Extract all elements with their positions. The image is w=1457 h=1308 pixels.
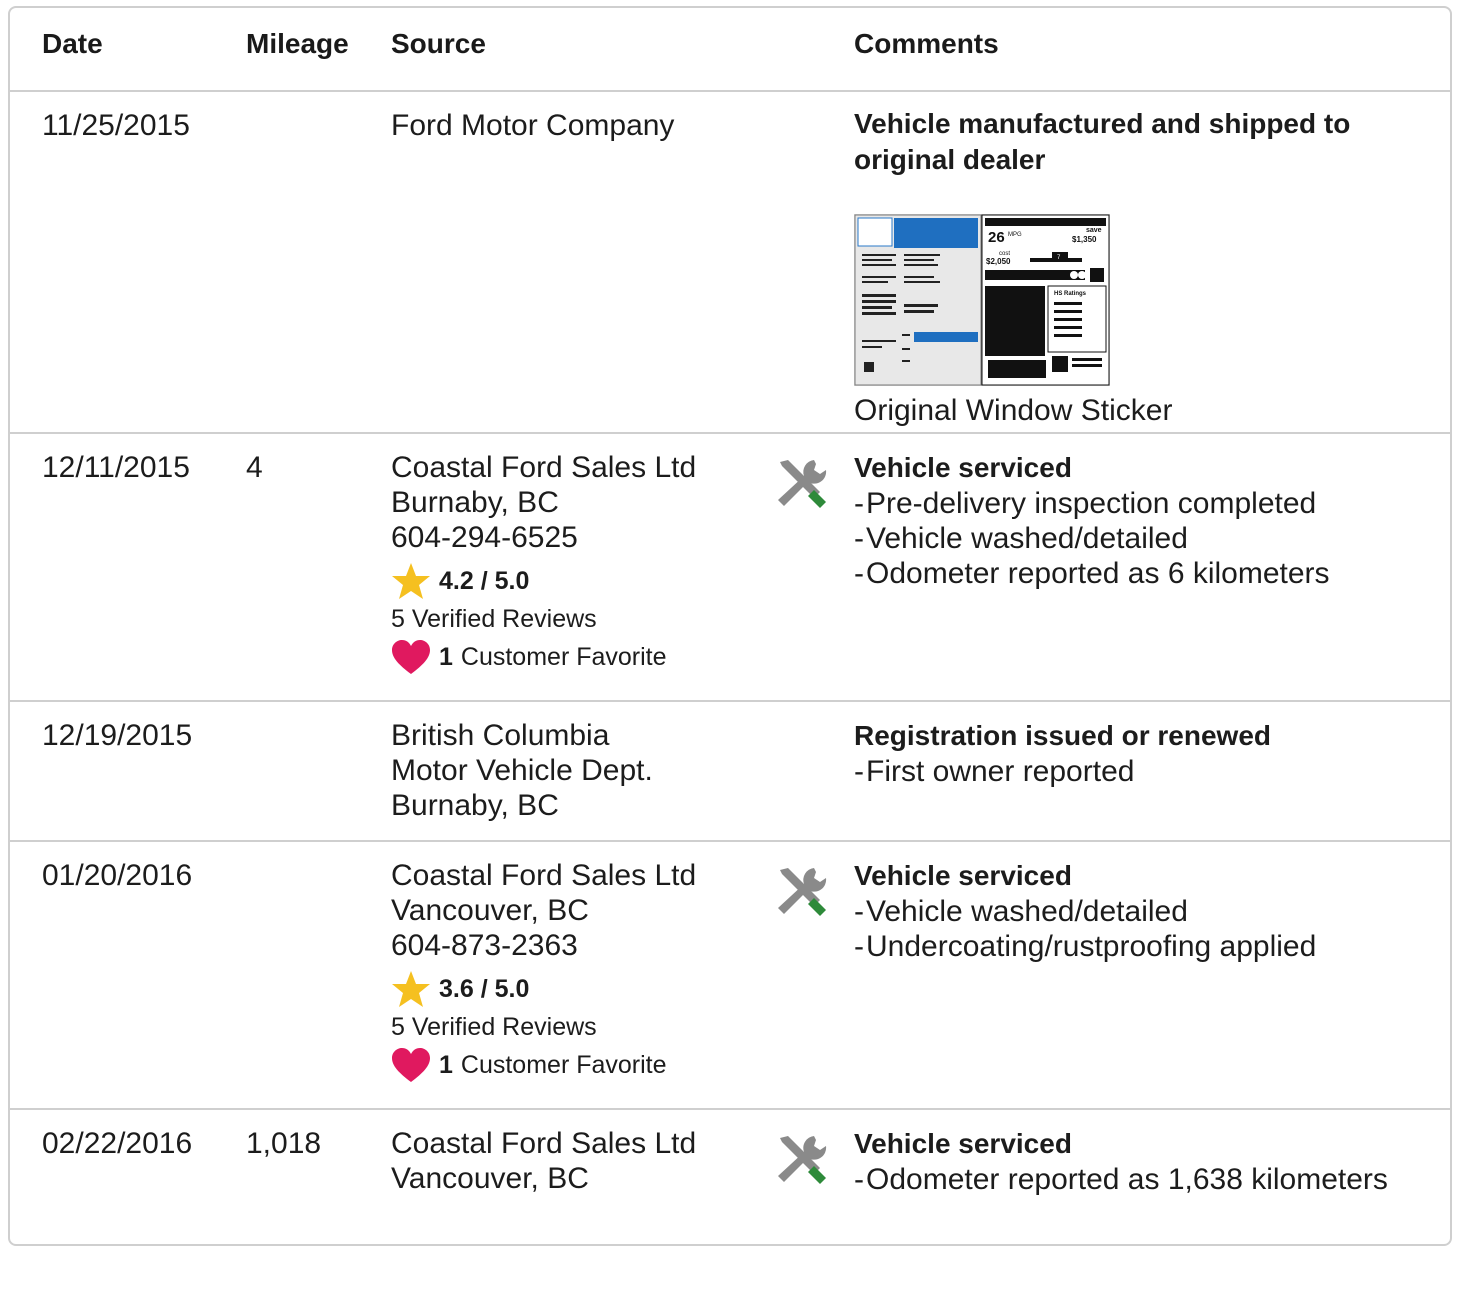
comment-item: First owner reported: [854, 754, 1434, 789]
record-date: 01/20/2016: [42, 859, 193, 892]
comment-title: Vehicle serviced: [854, 1128, 1072, 1159]
record-source: British Columbia Motor Vehicle Dept. Bur…: [391, 718, 653, 823]
record-mileage: 1,018: [246, 1127, 322, 1160]
service-tools-icon: [774, 456, 830, 512]
record-comments: Vehicle serviced Pre-delivery inspection…: [854, 450, 1434, 591]
star-icon: [391, 969, 431, 1009]
heart-icon: [391, 1047, 431, 1083]
header-date: Date: [42, 28, 103, 59]
sticker-mpg-unit: MPG: [1008, 232, 1022, 238]
customer-favorite: 1 Customer Favorite: [391, 637, 696, 677]
sticker-cost-amount: $2,050: [986, 257, 1011, 266]
source-phone[interactable]: 604-873-2363: [391, 928, 696, 963]
window-sticker-caption[interactable]: Original Window Sticker: [854, 394, 1434, 428]
comment-item: Odometer reported as 1,638 kilometers: [854, 1162, 1434, 1197]
service-tools-icon: [774, 1132, 830, 1188]
table-row: 12/19/2015 British Columbia Motor Vehicl…: [10, 700, 1450, 842]
verified-reviews-link[interactable]: 5 Verified Reviews: [391, 601, 696, 637]
verified-reviews-link[interactable]: 5 Verified Reviews: [391, 1009, 696, 1045]
source-location: Vancouver, BC: [391, 1162, 589, 1195]
header-comments: Comments: [854, 28, 999, 59]
record-mileage: 4: [246, 451, 263, 484]
header-source: Source: [391, 28, 486, 59]
favorite-label: Customer Favorite: [460, 1050, 667, 1079]
sticker-mpg: 26: [988, 229, 1005, 246]
comment-item: Undercoating/rustproofing applied: [854, 929, 1434, 964]
comment-item: Pre-delivery inspection completed: [854, 486, 1434, 521]
record-comments: Vehicle manufactured and shipped to orig…: [854, 106, 1434, 428]
source-name[interactable]: Coastal Ford Sales Ltd: [391, 450, 696, 485]
source-name[interactable]: Coastal Ford Sales Ltd: [391, 1126, 696, 1161]
header-mileage: Mileage: [246, 28, 349, 59]
table-row: 12/11/2015 4 Coastal Ford Sales Ltd Burn…: [10, 432, 1450, 702]
record-comments: Vehicle serviced Odometer reported as 1,…: [854, 1126, 1434, 1197]
heart-icon: [391, 639, 431, 675]
favorite-count: 1: [439, 642, 453, 671]
vehicle-history-table: Date Mileage Source Comments 11/25/2015 …: [8, 6, 1452, 1246]
record-comments: Vehicle serviced Vehicle washed/detailed…: [854, 858, 1434, 964]
comment-item: Vehicle washed/detailed: [854, 521, 1434, 556]
rating-value: 4.2 / 5.0: [439, 566, 530, 595]
favorite-label: Customer Favorite: [460, 642, 667, 671]
record-date: 11/25/2015: [42, 109, 190, 142]
source-name: Ford Motor Company: [391, 109, 675, 142]
comment-item: Odometer reported as 6 kilometers: [854, 556, 1434, 591]
rating-value: 3.6 / 5.0: [439, 974, 530, 1003]
comment-item: Vehicle washed/detailed: [854, 894, 1434, 929]
record-source: Ford Motor Company: [391, 108, 674, 143]
table-row: 11/25/2015 Ford Motor Company Vehicle ma…: [10, 90, 1450, 434]
source-dept: Motor Vehicle Dept.: [391, 754, 653, 787]
sticker-ratings: HS Ratings: [1054, 291, 1087, 297]
record-date: 12/11/2015: [42, 451, 190, 484]
comment-title: Vehicle serviced: [854, 860, 1072, 891]
record-date: 02/22/2016: [42, 1127, 193, 1160]
customer-favorite: 1 Customer Favorite: [391, 1045, 696, 1085]
source-name[interactable]: Coastal Ford Sales Ltd: [391, 858, 696, 893]
comment-title: Registration issued or renewed: [854, 720, 1271, 751]
window-sticker-thumbnail[interactable]: 26 MPG save $1,350 cost $2,050 7 HS Rati…: [854, 214, 1110, 386]
comment-title: Vehicle manufactured and shipped to orig…: [854, 108, 1351, 175]
sticker-save: save: [1086, 227, 1102, 234]
service-tools-icon: [774, 864, 830, 920]
record-comments: Registration issued or renewed First own…: [854, 718, 1434, 789]
record-source: Coastal Ford Sales Ltd Vancouver, BC 604…: [391, 858, 696, 1085]
dealer-rating: 3.6 / 5.0: [391, 969, 696, 1009]
table-row: 01/20/2016 Coastal Ford Sales Ltd Vancou…: [10, 840, 1450, 1110]
table-header: Date Mileage Source Comments: [10, 8, 1450, 92]
sticker-save-amount: $1,350: [1072, 235, 1097, 244]
source-location: Vancouver, BC: [391, 894, 589, 927]
comment-title: Vehicle serviced: [854, 452, 1072, 483]
table-row: 02/22/2016 1,018 Coastal Ford Sales Ltd …: [10, 1108, 1450, 1308]
source-name: British Columbia: [391, 719, 610, 752]
dealer-rating: 4.2 / 5.0: [391, 561, 696, 601]
record-source: Coastal Ford Sales Ltd Vancouver, BC: [391, 1126, 696, 1196]
record-date: 12/19/2015: [42, 719, 193, 752]
favorite-count: 1: [439, 1050, 453, 1079]
record-source: Coastal Ford Sales Ltd Burnaby, BC 604-2…: [391, 450, 696, 677]
star-icon: [391, 561, 431, 601]
source-location: Burnaby, BC: [391, 789, 559, 822]
source-phone[interactable]: 604-294-6525: [391, 520, 696, 555]
source-location: Burnaby, BC: [391, 486, 559, 519]
